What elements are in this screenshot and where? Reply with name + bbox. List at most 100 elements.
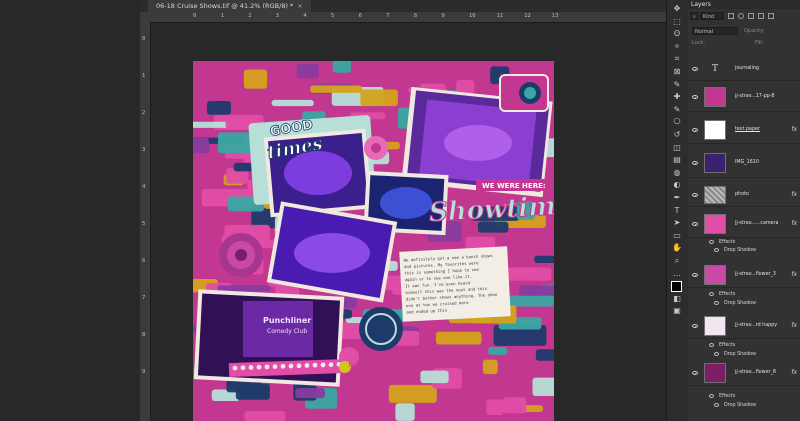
shape-icon[interactable]: ▭ xyxy=(671,231,683,241)
ruler-left-label: 8 xyxy=(142,332,146,338)
filter-type-icon[interactable] xyxy=(748,13,754,19)
close-tab-icon[interactable]: × xyxy=(297,2,302,10)
layer-row[interactable]: jj-strav...flower_8 fx xyxy=(688,360,800,386)
ribbon-dot xyxy=(312,362,318,368)
paint-stroke xyxy=(193,137,210,154)
eyedropper-icon[interactable]: ✎ xyxy=(671,80,683,90)
blend-mode-select[interactable]: Normal xyxy=(692,27,738,35)
filter-kind-select[interactable]: Kind xyxy=(700,12,724,20)
fx-icon[interactable]: fx xyxy=(791,369,797,376)
effect-visibility-eye-icon[interactable] xyxy=(709,343,714,347)
colors-icon[interactable] xyxy=(671,281,682,293)
sign-text-line1: Punchliner xyxy=(263,316,311,325)
frame-icon[interactable]: ⊠ xyxy=(671,67,683,77)
quickmask-icon[interactable]: ◧ xyxy=(671,294,683,304)
screen-mode-icon[interactable]: ▣ xyxy=(671,306,683,316)
fx-icon[interactable]: fx xyxy=(791,220,797,227)
drop-shadow-row[interactable]: Drop Shadow xyxy=(688,401,800,410)
filter-search-icon[interactable]: ⌕ xyxy=(690,12,698,20)
visibility-eye-icon[interactable] xyxy=(692,273,698,277)
effects-row[interactable]: Effects xyxy=(688,341,800,350)
type-icon[interactable]: T xyxy=(671,206,683,216)
paint-stroke xyxy=(486,399,504,416)
blur-icon[interactable]: ◍ xyxy=(671,168,683,178)
layer-thumbnail xyxy=(704,120,726,140)
ruler-top-label: 7 xyxy=(386,13,390,19)
visibility-eye-icon[interactable] xyxy=(692,324,698,328)
ruler-top[interactable]: 0 1 2 3 4 5 6 7 8 9 10 11 12 13 xyxy=(140,12,666,23)
drop-shadow-label: Drop Shadow xyxy=(724,248,756,253)
lock-label: Lock: xyxy=(692,40,706,46)
filter-shape-icon[interactable] xyxy=(758,13,764,19)
visibility-eye-icon[interactable] xyxy=(692,222,698,226)
stamp-icon[interactable]: ⎔ xyxy=(671,117,683,127)
zoom-icon[interactable]: ⌕ xyxy=(671,256,683,266)
effects-row[interactable]: Effects xyxy=(688,392,800,401)
paint-stroke xyxy=(482,359,498,375)
drop-shadow-row[interactable]: Drop Shadow xyxy=(688,246,800,255)
more-icon[interactable]: … xyxy=(671,269,683,279)
eraser-icon[interactable]: ◫ xyxy=(671,143,683,153)
effects-label: Effects xyxy=(719,343,736,348)
layer-row[interactable]: text paper fx xyxy=(688,116,800,144)
scrapbook-canvas[interactable]: Punchliner Comedy Club GOOD times WE WER… xyxy=(193,61,554,421)
drop-shadow-row[interactable]: Drop Shadow xyxy=(688,350,800,359)
paint-stroke xyxy=(503,397,527,414)
layer-row[interactable]: jj-strav......camera fx xyxy=(688,210,800,238)
pen-icon[interactable]: ✒ xyxy=(671,193,683,203)
layer-row[interactable]: jj-strav...flower_3 fx xyxy=(688,262,800,288)
move-icon[interactable]: ✥ xyxy=(671,4,683,14)
opacity-label: Opacity: xyxy=(744,28,765,34)
visibility-eye-icon[interactable] xyxy=(692,193,698,197)
fx-icon[interactable]: fx xyxy=(791,271,797,278)
ribbon-dot xyxy=(272,364,278,369)
ruler-top-label: 0 xyxy=(193,13,197,19)
effect-visibility-eye-icon[interactable] xyxy=(714,352,719,356)
crop-icon[interactable]: ⌗ xyxy=(671,54,683,64)
layer-row[interactable]: photo fx xyxy=(688,183,800,207)
layer-row[interactable]: jj-strav...rd happy fx xyxy=(688,313,800,339)
paint-stroke xyxy=(420,370,449,384)
healing-icon[interactable]: ✚ xyxy=(671,92,683,102)
visibility-eye-icon[interactable] xyxy=(692,67,698,71)
drop-shadow-label: Drop Shadow xyxy=(724,352,756,357)
layer-row[interactable]: jj-strav...17-pp-8 xyxy=(688,82,800,112)
effects-row[interactable]: Effects xyxy=(688,290,800,299)
visibility-eye-icon[interactable] xyxy=(692,161,698,165)
effect-visibility-eye-icon[interactable] xyxy=(709,394,714,398)
document-tab[interactable]: 06-18 Cruise Shows.tif @ 41.2% (RGB/8) *… xyxy=(148,0,311,12)
fx-icon[interactable]: fx xyxy=(791,322,797,329)
paint-stroke xyxy=(532,377,554,396)
gradient-icon[interactable]: ▤ xyxy=(671,155,683,165)
title-we-were-here: WE WERE HERE: xyxy=(482,182,546,190)
hand-icon[interactable]: ✋ xyxy=(671,243,683,253)
visibility-eye-icon[interactable] xyxy=(692,128,698,132)
marquee-icon[interactable]: ⬚ xyxy=(671,17,683,27)
magic-wand-icon[interactable]: ✧ xyxy=(671,42,683,52)
lasso-icon[interactable]: ʘ xyxy=(671,29,683,39)
effect-visibility-eye-icon[interactable] xyxy=(709,292,714,296)
paint-stroke xyxy=(534,255,554,263)
brush-icon[interactable]: ✎ xyxy=(671,105,683,115)
fx-icon[interactable]: fx xyxy=(791,126,797,133)
visibility-eye-icon[interactable] xyxy=(692,95,698,99)
effect-visibility-eye-icon[interactable] xyxy=(714,248,719,252)
filter-pixel-icon[interactable] xyxy=(728,13,734,19)
drop-shadow-row[interactable]: Drop Shadow xyxy=(688,299,800,308)
drop-shadow-label: Drop Shadow xyxy=(724,301,756,306)
ribbon-dot xyxy=(328,362,334,368)
drop-shadow-label: Drop Shadow xyxy=(724,403,756,408)
ruler-left[interactable]: 0 1 2 3 4 5 6 7 8 9 xyxy=(140,22,151,421)
dodge-icon[interactable]: ◐ xyxy=(671,180,683,190)
path-select-icon[interactable]: ➤ xyxy=(671,218,683,228)
history-brush-icon[interactable]: ↺ xyxy=(671,130,683,140)
filter-smart-icon[interactable] xyxy=(768,13,774,19)
effect-visibility-eye-icon[interactable] xyxy=(709,240,714,244)
layer-row[interactable]: IMG_1610 xyxy=(688,148,800,178)
visibility-eye-icon[interactable] xyxy=(692,371,698,375)
effect-visibility-eye-icon[interactable] xyxy=(714,403,719,407)
fx-icon[interactable]: fx xyxy=(791,191,797,198)
effect-visibility-eye-icon[interactable] xyxy=(714,301,719,305)
filter-adjust-icon[interactable] xyxy=(738,13,744,19)
layer-row[interactable]: Tjournaling xyxy=(688,57,800,81)
